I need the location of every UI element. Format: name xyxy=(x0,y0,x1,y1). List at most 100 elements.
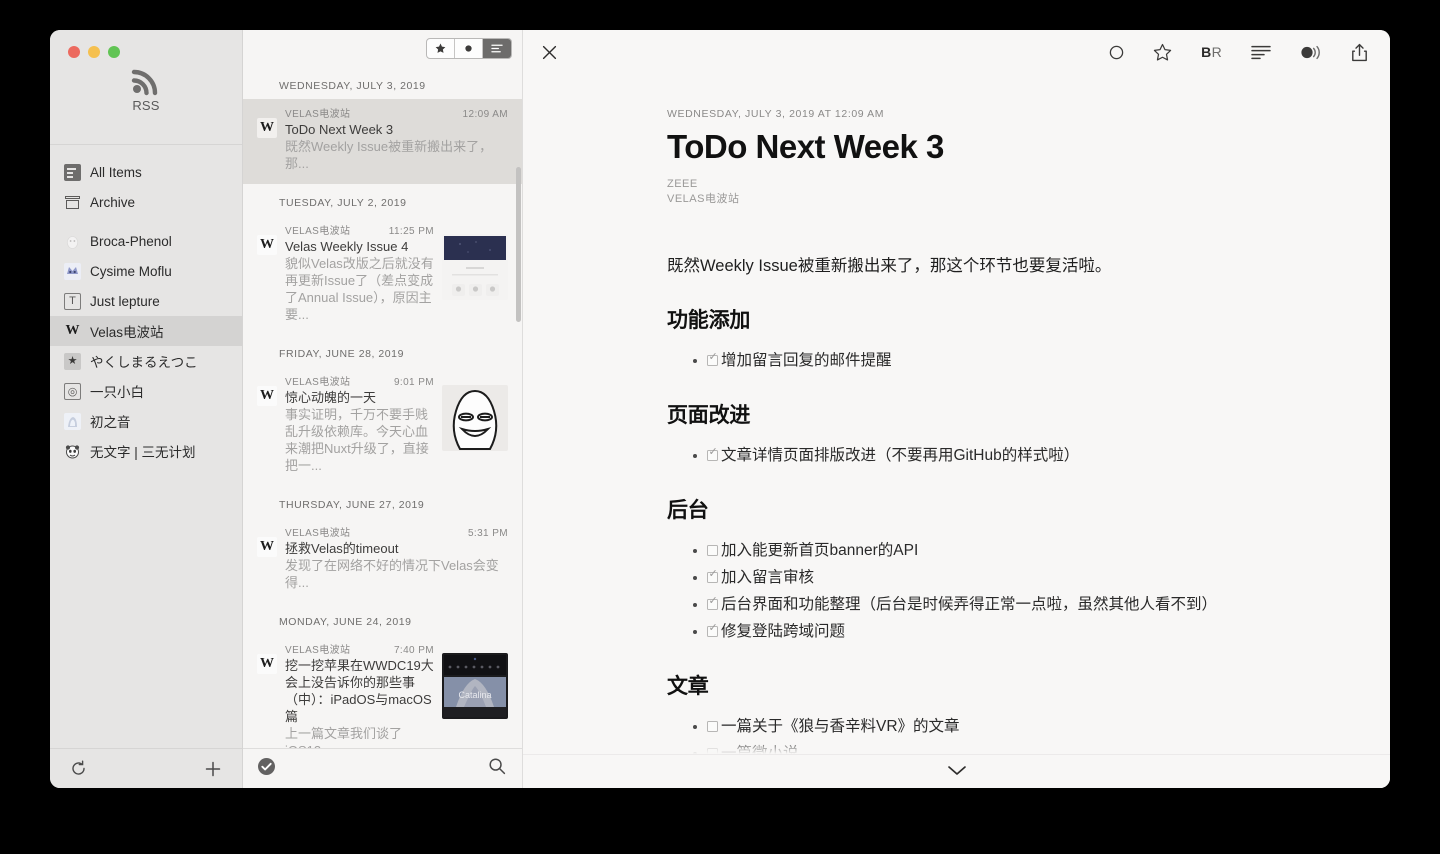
sidebar-item-label: Velas电波站 xyxy=(90,325,164,340)
todo-item-label: 增加留言回复的邮件提醒 xyxy=(721,352,892,370)
article-todo-list: 文章详情页面排版改进（不要再用GitHub的样式啦） xyxy=(693,443,1300,469)
checkbox-checked-icon[interactable] xyxy=(707,447,718,462)
list-item-meta: VELAS电波站 9:01 PM xyxy=(285,373,434,388)
speak-icon[interactable] xyxy=(1300,45,1322,60)
list-item-meta: VELAS电波站 7:40 PM xyxy=(285,641,434,656)
list-date-header: WEDNESDAY, JULY 3, 2019 xyxy=(279,80,426,92)
list-item-meta: VELAS电波站 11:25 PM xyxy=(285,222,434,237)
filter-unread-button[interactable] xyxy=(455,39,483,58)
article-author: ZEEE xyxy=(667,177,698,190)
checkbox-unchecked-icon[interactable] xyxy=(707,721,718,733)
reader-pane: BR WEDNESDAY, JULY 3, 2019 AT 12:09 AM T… xyxy=(523,30,1390,788)
feed-favicon-icon xyxy=(64,233,81,250)
list-item-snippet: 貌似Velas改版之后就没有再更新Issue了（差点变成了Annual Issu… xyxy=(285,256,434,322)
list-item[interactable]: W VELAS电波站 9:01 PM 惊心动魄的一天 事实证明，千万不要手贱乱升… xyxy=(243,367,522,486)
list-item[interactable]: W VELAS电波站 7:40 PM 挖一挖苹果在WWDC19大会上没告诉你的那… xyxy=(243,635,522,748)
close-icon[interactable] xyxy=(541,44,558,61)
list-item-thumbnail xyxy=(442,385,508,451)
checkbox-checked-icon[interactable] xyxy=(707,596,718,611)
archive-icon xyxy=(64,194,81,211)
list-item-time: 12:09 AM xyxy=(462,109,508,120)
list-date-header: THURSDAY, JUNE 27, 2019 xyxy=(279,499,425,511)
sidebar-item-velas[interactable]: W Velas电波站 xyxy=(50,316,242,346)
minimize-window-button[interactable] xyxy=(88,46,100,58)
unread-circle-icon[interactable] xyxy=(1109,45,1124,60)
article-favicon-icon: W xyxy=(257,235,277,255)
todo-item-label: 文章详情页面排版改进（不要再用GitHub的样式啦） xyxy=(721,447,1080,465)
filter-starred-button[interactable] xyxy=(427,39,455,58)
article-list-scroll[interactable]: WEDNESDAY, JULY 3, 2019 W VELAS电波站 12:09… xyxy=(243,67,522,748)
list-item-snippet: 发现了在网络不好的情况下Velas会变得... xyxy=(285,558,499,590)
feed-favicon-icon: ◎ xyxy=(64,382,81,400)
list-item-thumbnail: Catalina xyxy=(442,653,508,719)
article-date: WEDNESDAY, JULY 3, 2019 AT 12:09 AM xyxy=(667,108,885,120)
search-icon[interactable] xyxy=(488,757,506,780)
sidebar-item-wuwenzi[interactable]: 无文字 | 三无计划 xyxy=(50,436,242,466)
article-todo-list: 加入能更新首页banner的API 加入留言审核 后台界面和功能整理（后台是时候… xyxy=(693,538,1300,645)
list-item-feed: VELAS电波站 xyxy=(285,109,351,120)
sidebar-item-yakushimaru[interactable]: ★ やくしまるえつこ xyxy=(50,346,242,376)
close-window-button[interactable] xyxy=(68,46,80,58)
all-items-icon xyxy=(64,163,81,181)
reader-body: WEDNESDAY, JULY 3, 2019 AT 12:09 AM ToDo… xyxy=(523,74,1390,788)
todo-item-label: 加入能更新首页banner的API xyxy=(721,542,919,560)
list-item[interactable]: W VELAS电波站 11:25 PM Velas Weekly Issue 4… xyxy=(243,216,522,335)
todo-item: 文章详情页面排版改进（不要再用GitHub的样式啦） xyxy=(693,443,1300,469)
list-item-time: 7:40 PM xyxy=(393,645,434,656)
article-favicon-icon: W xyxy=(257,654,277,674)
zoom-window-button[interactable] xyxy=(108,46,120,58)
checkbox-checked-icon[interactable] xyxy=(707,569,718,584)
feed-favicon-icon: W xyxy=(65,323,80,338)
font-size-button[interactable]: BR xyxy=(1201,44,1222,60)
filter-all-button[interactable] xyxy=(483,39,511,58)
refresh-icon[interactable] xyxy=(70,760,87,777)
add-icon[interactable] xyxy=(204,760,222,778)
list-item-title: ToDo Next Week 3 xyxy=(285,122,394,137)
checkbox-checked-icon[interactable] xyxy=(707,623,718,638)
sidebar-item-label: やくしまるえつこ xyxy=(90,355,198,370)
checkbox-unchecked-icon[interactable] xyxy=(707,545,718,557)
sidebar-item-chuzhiyin[interactable]: 初之音 xyxy=(50,406,242,436)
article-favicon-icon: W xyxy=(257,118,277,138)
sidebar-toolbar xyxy=(50,748,242,788)
star-outline-icon[interactable] xyxy=(1153,43,1172,62)
share-icon[interactable] xyxy=(1351,43,1368,62)
list-item-feed: VELAS电波站 xyxy=(285,528,351,539)
sidebar-item-broca-phenol[interactable]: Broca-Phenol xyxy=(50,226,242,256)
mark-all-read-icon[interactable] xyxy=(257,757,276,781)
article-lede: 既然Weekly Issue被重新搬出来了，那这个环节也要复活啦。 xyxy=(667,256,1112,275)
list-item[interactable]: W VELAS电波站 12:09 AM ToDo Next Week 3 既然W… xyxy=(243,99,522,184)
chevron-down-icon[interactable] xyxy=(947,763,967,781)
list-scrollbar[interactable] xyxy=(516,167,521,322)
todo-item-label: 一篇关于《狼与香辛料VR》的文章 xyxy=(721,718,960,736)
list-item-title: Velas Weekly Issue 4 xyxy=(285,239,409,254)
list-item-time: 11:25 PM xyxy=(388,226,434,237)
checkbox-checked-icon[interactable] xyxy=(707,352,718,367)
list-item-snippet: 上一篇文章我们谈了iOS13... xyxy=(285,726,403,748)
sidebar-item-cysime-moflu[interactable]: Cysime Moflu xyxy=(50,256,242,286)
list-item-body: VELAS电波站 5:31 PM 拯救Velas的timeout 发现了在网络不… xyxy=(285,524,508,591)
feed-favicon-icon: ★ xyxy=(64,352,81,370)
sidebar-item-all-items[interactable]: All Items xyxy=(50,157,242,187)
sidebar-item-archive[interactable]: Archive xyxy=(50,187,242,217)
sidebar-item-just-lepture[interactable]: T Just lepture xyxy=(50,286,242,316)
list-toolbar xyxy=(243,748,522,788)
todo-item: 加入能更新首页banner的API xyxy=(693,538,1300,564)
sidebar-item-label: 初之音 xyxy=(90,415,131,430)
list-item[interactable]: W VELAS电波站 5:31 PM 拯救Velas的timeout 发现了在网… xyxy=(243,518,522,603)
sidebar-item-yizhixiaobai[interactable]: ◎ 一只小白 xyxy=(50,376,242,406)
list-item-time: 5:31 PM xyxy=(467,528,508,539)
article-list-pane: WEDNESDAY, JULY 3, 2019 W VELAS电波站 12:09… xyxy=(243,30,523,788)
list-date-header: TUESDAY, JULY 2, 2019 xyxy=(279,197,407,209)
todo-item: 后台界面和功能整理（后台是时候弄得正常一点啦，虽然其他人看不到） xyxy=(693,592,1300,618)
todo-item: 修复登陆跨域问题 xyxy=(693,619,1300,645)
article-title: ToDo Next Week 3 xyxy=(667,128,944,165)
list-item-feed: VELAS电波站 xyxy=(285,226,351,237)
list-item-body: VELAS电波站 11:25 PM Velas Weekly Issue 4 貌… xyxy=(285,222,434,323)
list-filter-segmented-control[interactable] xyxy=(426,38,512,59)
feed-favicon-icon xyxy=(64,443,81,460)
reader-lines-icon[interactable] xyxy=(1251,45,1271,60)
list-item-snippet: 既然Weekly Issue被重新搬出来了，那... xyxy=(285,139,493,171)
list-item-meta: VELAS电波站 5:31 PM xyxy=(285,524,508,539)
